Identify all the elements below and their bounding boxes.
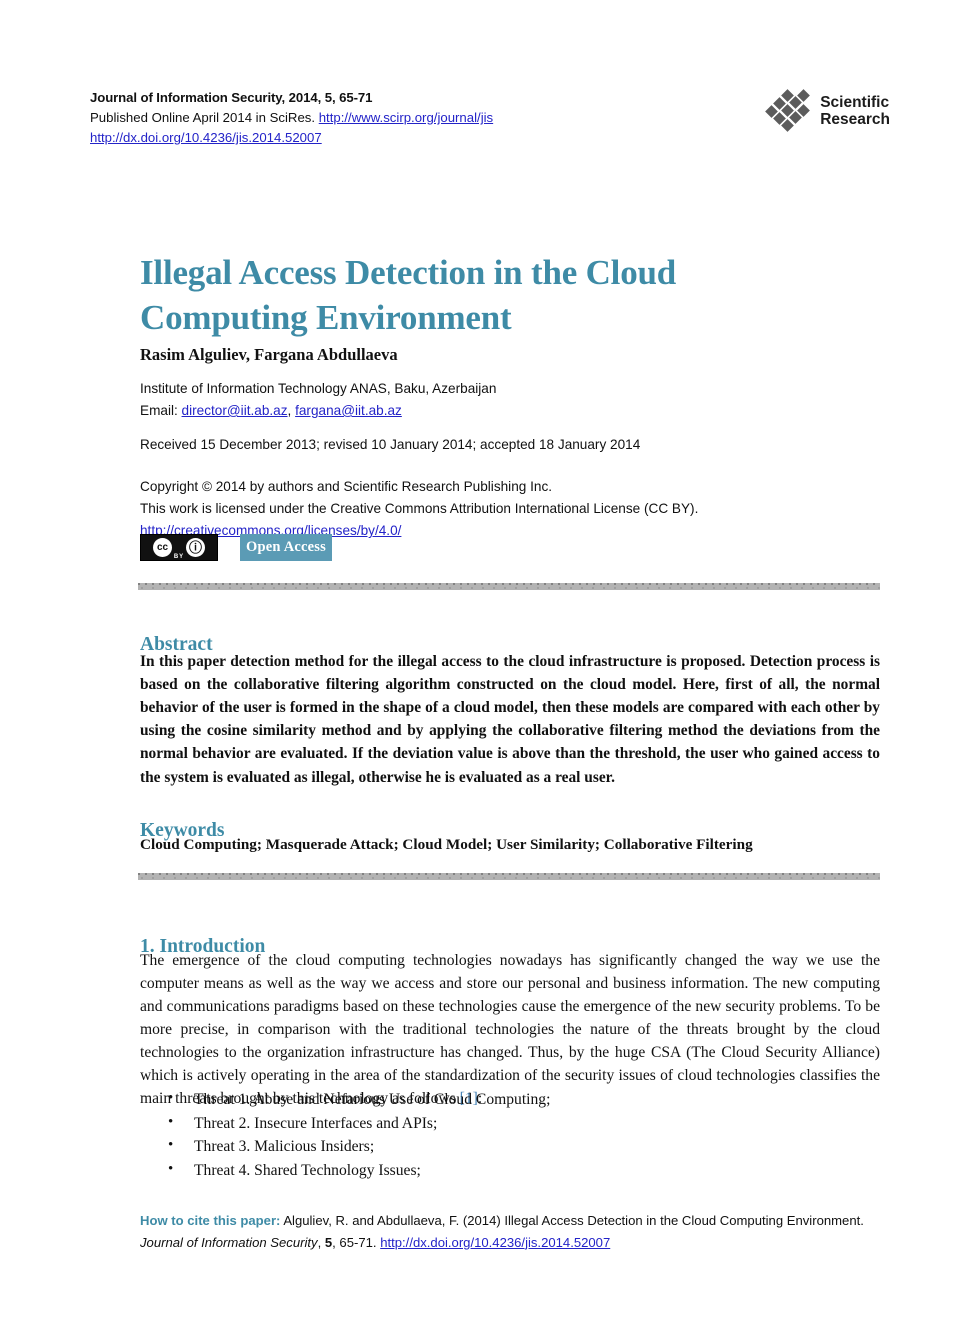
cited-journal-name: Journal of Information Security <box>140 1234 318 1250</box>
how-to-cite-text: Alguliev, R. and Abdullaeva, F. (2014) I… <box>280 1213 864 1228</box>
copyright-block: Copyright © 2014 by authors and Scientif… <box>140 476 880 542</box>
cited-volume-separator: , <box>317 1234 325 1250</box>
email-line: Email: director@iit.ab.az, fargana@iit.a… <box>140 400 840 422</box>
list-item: Threat 1. Abuse and Nefarious Use of Clo… <box>168 1087 908 1112</box>
creative-commons-by-icon[interactable]: cc ⓘ BY <box>140 534 218 561</box>
badge-row: cc ⓘ BY Open Access <box>140 534 332 561</box>
section-divider-bottom <box>138 873 880 880</box>
published-online-line: Published Online April 2014 in SciRes. h… <box>90 108 493 128</box>
cc-by-label: BY <box>173 554 185 560</box>
affiliation-block: Institute of Information Technology ANAS… <box>140 378 840 422</box>
scientific-research-diamond-icon <box>765 89 811 132</box>
list-item: Threat 3. Malicious Insiders; <box>168 1134 908 1159</box>
license-line: This work is licensed under the Creative… <box>140 501 699 517</box>
email-label: Email: <box>140 403 182 419</box>
email-link-1[interactable]: director@iit.ab.az <box>182 403 288 418</box>
author-list: Rasim Alguliev, Fargana Abdullaeva <box>140 345 398 364</box>
open-access-badge[interactable]: Open Access <box>240 534 332 561</box>
paper-page: Journal of Information Security, 2014, 5… <box>0 0 970 1317</box>
publisher-logo: Scientific Research <box>765 89 890 132</box>
keywords-text: Cloud Computing; Masquerade Attack; Clou… <box>140 836 753 853</box>
doi-line: http://dx.doi.org/10.4236/jis.2014.52007 <box>90 128 493 148</box>
affiliation-text: Institute of Information Technology ANAS… <box>140 381 497 396</box>
masthead: Journal of Information Security, 2014, 5… <box>90 88 890 148</box>
how-to-cite-block: How to cite this paper: Alguliev, R. and… <box>140 1210 885 1253</box>
introduction-paragraph: The emergence of the cloud computing tec… <box>140 950 880 1110</box>
email-separator: , <box>287 403 296 419</box>
list-item: Threat 4. Shared Technology Issues; <box>168 1158 908 1183</box>
published-online-prefix: Published Online April 2014 in SciRes. <box>90 110 319 126</box>
copyright-line: Copyright © 2014 by authors and Scientif… <box>140 479 553 494</box>
scirp-journal-link[interactable]: http://www.scirp.org/journal/jis <box>319 110 493 125</box>
list-item: Threat 2. Insecure Interfaces and APIs; <box>168 1111 908 1136</box>
section-divider-top <box>138 583 880 590</box>
cited-pages: , 65-71. <box>332 1234 381 1250</box>
submission-dates: Received 15 December 2013; revised 10 Ja… <box>140 437 641 452</box>
page-title: Illegal Access Detection in the Cloud Co… <box>140 253 677 338</box>
doi-link[interactable]: http://dx.doi.org/10.4236/jis.2014.52007 <box>90 130 322 145</box>
masthead-text: Journal of Information Security, 2014, 5… <box>90 88 493 148</box>
threat-list: Threat 1. Abuse and Nefarious Use of Clo… <box>140 1087 908 1183</box>
publisher-name-line1: Scientific <box>820 93 890 111</box>
introduction-text-main: The emergence of the cloud computing tec… <box>140 952 880 1107</box>
email-link-2[interactable]: fargana@iit.ab.az <box>295 403 402 418</box>
publisher-name-line2: Research <box>820 111 890 128</box>
footer-doi-link[interactable]: http://dx.doi.org/10.4236/jis.2014.52007 <box>380 1235 610 1250</box>
how-to-cite-label: How to cite this paper: <box>140 1213 281 1228</box>
journal-reference: Journal of Information Security, 2014, 5… <box>90 90 373 105</box>
abstract-text: In this paper detection method for the i… <box>140 653 880 786</box>
publisher-name: Scientific Research <box>820 94 890 129</box>
